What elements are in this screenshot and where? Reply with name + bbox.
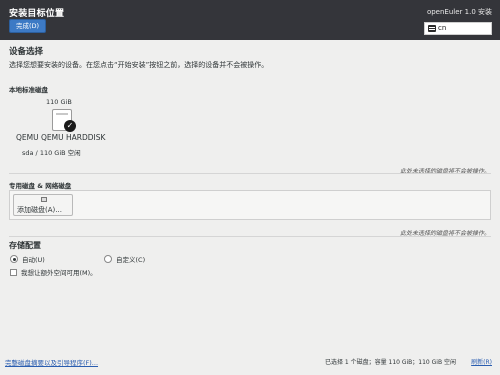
refresh-link[interactable]: 刷新(R): [471, 357, 492, 366]
keyboard-layout-label: cn: [438, 24, 447, 32]
disk-sda[interactable]: 110 GiB ✓ QEMU QEMU HARDDISK sda / 110 G…: [14, 98, 114, 160]
add-disk-label: 添加磁盘(A)...: [17, 206, 62, 214]
radio-custom[interactable]: 自定义(C): [104, 254, 145, 264]
local-disks-heading: 本地标准磁盘: [9, 86, 48, 94]
radio-indicator[interactable]: [10, 255, 18, 263]
product-title: openEuler 1.0 安装: [426, 8, 492, 16]
checkbox-indicator[interactable]: [10, 268, 17, 276]
storage-config-heading: 存储配置: [9, 241, 41, 250]
divider: [9, 236, 491, 237]
done-button[interactable]: 完成(D): [9, 19, 46, 33]
keyboard-layout-indicator[interactable]: cn: [424, 22, 492, 35]
page-title: 安装目标位置: [9, 9, 65, 19]
radio-indicator[interactable]: [104, 255, 112, 263]
header-bar: 安装目标位置 完成(D) openEuler 1.0 安装 cn: [0, 0, 500, 40]
special-disks-panel: 添加磁盘(A)...: [9, 190, 491, 220]
extra-space-checkbox[interactable]: 我想让额外空间可用(M)。: [10, 267, 97, 277]
disk-model: QEMU QEMU HARDDISK: [16, 133, 106, 142]
disk-icon: [41, 197, 47, 202]
keyboard-icon: [428, 25, 436, 32]
special-disks-heading: 专用磁盘 & 网络磁盘: [9, 182, 72, 190]
disk-summary-link[interactable]: 完整磁盘摘要以及引导程序(F)...: [5, 357, 98, 367]
divider: [9, 173, 491, 174]
disk-size: 110 GiB: [46, 98, 72, 106]
device-selection-heading: 设备选择: [9, 47, 44, 57]
device-selection-description: 选择您想要安装的设备。在您点击“开始安装”按钮之前，选择的设备并不会被操作。: [9, 61, 269, 69]
footer: 完整磁盘摘要以及引导程序(F)... 已选择 1 个磁盘；容量 110 GiB；…: [0, 352, 500, 375]
disk-info: sda / 110 GiB 空闲: [22, 149, 81, 157]
radio-label: 自定义(C): [116, 256, 146, 264]
selection-status: 已选择 1 个磁盘；容量 110 GiB；110 GiB 空闲: [324, 359, 456, 366]
radio-automatic[interactable]: 自动(U): [10, 254, 45, 264]
radio-label: 自动(U): [22, 256, 45, 264]
checkbox-label: 我想让额外空间可用(M)。: [21, 269, 97, 277]
add-disk-button[interactable]: 添加磁盘(A)...: [13, 194, 73, 216]
checkmark-icon: ✓: [64, 120, 76, 132]
